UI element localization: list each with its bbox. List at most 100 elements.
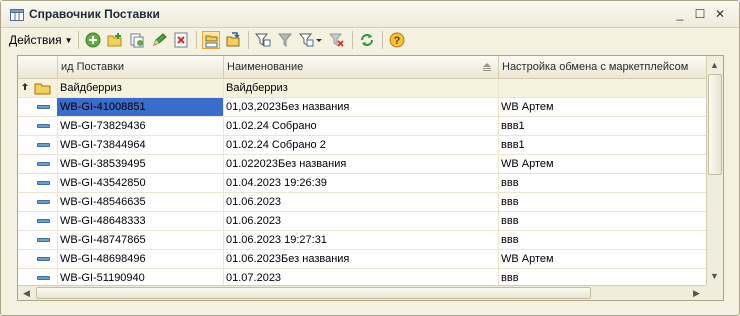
catalog-window: Справочник Поставки _ ☐ ✕ Действия ▼ ? и… <box>0 0 740 316</box>
catalog-item-icon <box>37 162 50 166</box>
table-row[interactable]: WB-GI-73844964 01.02.24 Собрано 2 ввв1 <box>18 136 706 155</box>
minimize-button[interactable]: _ <box>673 7 687 21</box>
move-to-folder-icon <box>226 32 240 47</box>
toolbar: Действия ▼ ? <box>6 28 734 52</box>
row-name-cell: 01.06.2023Без названия <box>226 253 350 265</box>
filter-icon <box>255 33 271 47</box>
catalog-item-icon <box>37 219 50 223</box>
group-row-id: Вайдберриз <box>60 82 122 94</box>
title-bar: Справочник Поставки _ ☐ ✕ <box>1 1 739 28</box>
row-name-cell: 01.02.24 Собрано <box>226 120 317 132</box>
chevron-down-icon: ▼ <box>64 36 73 45</box>
table-row[interactable]: WB-GI-48546635 01.06.2023 ввв <box>18 193 706 212</box>
table-row[interactable]: WB-GI-43542850 01.04.2023 19:26:39 ввв <box>18 174 706 193</box>
row-icon-cell <box>18 250 57 268</box>
row-icon-cell <box>18 117 57 135</box>
sort-ascending-icon <box>483 63 491 71</box>
row-exchange-cell: WB Артем <box>501 253 554 265</box>
filter-by-value-icon <box>277 33 293 48</box>
table-row[interactable]: WB-GI-73829436 01.02.24 Собрано ввв1 <box>18 117 706 136</box>
column-header-exchange[interactable]: Настройка обмена с маркетплейсом <box>498 56 706 79</box>
column-header-name[interactable]: Наименование <box>223 56 498 79</box>
move-to-folder-button[interactable] <box>224 31 242 49</box>
row-exchange-cell: ввв <box>501 215 519 227</box>
row-icon-cell <box>18 231 57 249</box>
window-title: Справочник Поставки <box>29 7 160 21</box>
catalog-item-icon <box>37 200 50 204</box>
catalog-item-icon <box>37 105 50 109</box>
row-name-cell: 01.06.2023 <box>226 196 282 208</box>
filter-list-icon <box>299 33 322 47</box>
actions-menu[interactable]: Действия ▼ <box>9 31 73 49</box>
row-name-cell: 01.04.2023 19:26:39 <box>226 177 327 189</box>
refresh-button[interactable] <box>358 31 376 49</box>
vertical-scroll-thumb[interactable] <box>708 74 722 175</box>
edit-button[interactable] <box>150 31 168 49</box>
toolbar-divider <box>196 31 197 49</box>
toolbar-divider <box>248 31 249 49</box>
table-header: ид Поставки Наименование Настройка обмен… <box>18 56 706 79</box>
scrollbar-corner <box>706 285 723 300</box>
scroll-down-icon[interactable]: ▼ <box>707 268 722 284</box>
row-icon-cell <box>18 136 57 154</box>
row-exchange-cell: ввв1 <box>501 120 525 132</box>
table-row[interactable]: WB-GI-48747865 01.06.2023 19:27:31 ввв <box>18 231 706 250</box>
help-button[interactable]: ? <box>388 31 406 49</box>
maximize-button[interactable]: ☐ <box>693 7 707 21</box>
group-row-exchange <box>498 79 706 97</box>
row-exchange-cell: ввв1 <box>501 139 525 151</box>
row-name-cell: 01.02.24 Собрано 2 <box>226 139 326 151</box>
catalog-item-icon <box>37 143 50 147</box>
row-icon-cell <box>18 174 57 192</box>
toolbar-divider <box>352 31 353 49</box>
row-name-cell: 01.06.2023 19:27:31 <box>226 234 327 246</box>
row-name-cell: 01.022023Без названия <box>226 158 347 170</box>
row-exchange-cell: ввв <box>501 177 519 189</box>
copy-icon <box>130 33 144 48</box>
hierarchy-view-button[interactable] <box>202 31 220 49</box>
row-exchange-cell: WB Артем <box>501 101 554 113</box>
add-button[interactable] <box>84 31 102 49</box>
copy-button[interactable] <box>128 31 146 49</box>
clear-filter-icon <box>329 33 344 47</box>
table-row[interactable]: WB-GI-41008851 01,03,2023Без названия WB А… <box>18 98 706 117</box>
add-folder-button[interactable] <box>106 31 124 49</box>
scroll-up-icon[interactable]: ▲ <box>707 57 722 73</box>
actions-menu-label: Действия <box>9 33 62 47</box>
row-icon-cell <box>18 98 57 116</box>
group-row[interactable]: Вайдберриз Вайдберриз <box>18 79 706 98</box>
filter-by-value-button[interactable] <box>276 31 294 49</box>
scroll-left-icon[interactable]: ◀ <box>19 285 34 300</box>
filter-list-button[interactable] <box>298 31 324 49</box>
column-header-id[interactable]: ид Поставки <box>57 56 223 79</box>
table-row[interactable]: WB-GI-48648333 01.06.2023 ввв <box>18 212 706 231</box>
delete-icon <box>174 32 188 48</box>
row-id-cell: WB-GI-48648333 <box>60 215 146 227</box>
refresh-icon <box>361 34 373 46</box>
row-icon-cell <box>18 212 57 230</box>
row-id-cell: WB-GI-48747865 <box>60 234 146 246</box>
clear-filter-button[interactable] <box>328 31 346 49</box>
row-id-cell: WB-GI-73829436 <box>60 120 146 132</box>
row-icon-cell <box>18 155 57 173</box>
scroll-right-icon[interactable]: ▶ <box>689 285 704 300</box>
header-icon-column <box>18 56 57 79</box>
horizontal-scroll-thumb[interactable] <box>36 287 591 299</box>
row-exchange-cell: WB Артем <box>501 158 554 170</box>
help-icon: ? <box>389 32 405 48</box>
row-id-cell: WB-GI-48546635 <box>60 196 146 208</box>
table-row[interactable]: WB-GI-48698496 01.06.2023Без названия WB А… <box>18 250 706 269</box>
filter-button[interactable] <box>254 31 272 49</box>
vertical-scrollbar[interactable]: ▲ ▼ <box>706 56 723 285</box>
table-row[interactable]: WB-GI-38539495 01.022023Без названия WB Ар… <box>18 155 706 174</box>
hierarchy-view-icon <box>205 35 218 48</box>
close-button[interactable]: ✕ <box>713 7 727 21</box>
delete-button[interactable] <box>172 31 190 49</box>
toolbar-divider <box>78 31 79 49</box>
add-icon <box>85 32 101 48</box>
row-id-cell: WB-GI-73844964 <box>60 139 146 151</box>
row-exchange-cell: ввв <box>501 234 519 246</box>
horizontal-scrollbar[interactable]: ◀ ▶ <box>18 285 706 300</box>
table-icon <box>10 9 24 21</box>
row-id-cell: WB-GI-43542850 <box>60 177 146 189</box>
